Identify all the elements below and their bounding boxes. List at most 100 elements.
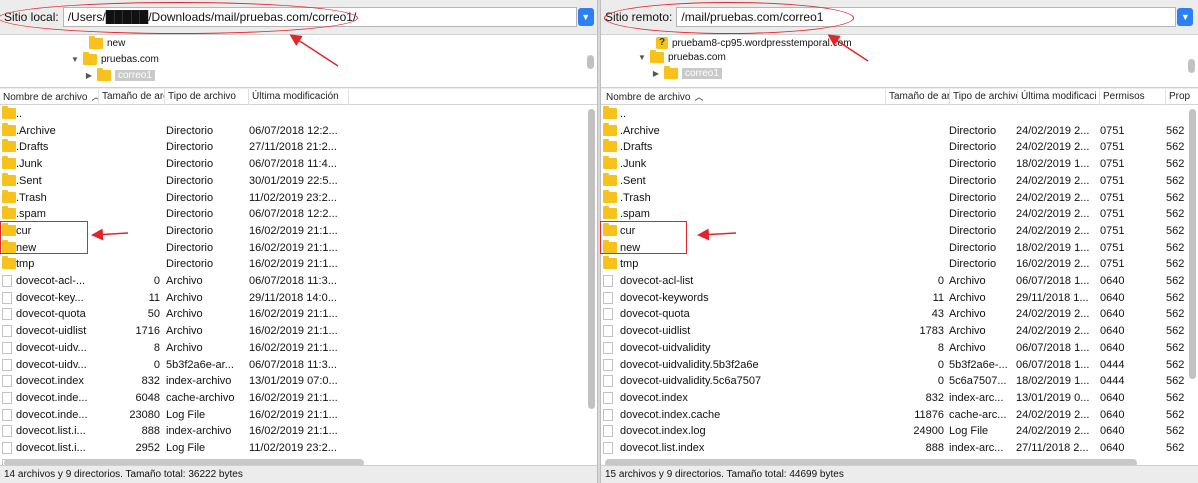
column-header-name[interactable]: Nombre de archivo︿ — [0, 89, 99, 105]
collapsed-triangle-icon[interactable]: ▶ — [84, 71, 94, 80]
cell-name: .Trash — [16, 191, 47, 204]
cell-name: cur — [620, 224, 636, 237]
file-row[interactable]: dovecot.list.index 888 index-arc... 27/11/2… — [601, 440, 1198, 457]
file-row[interactable]: .Sent Directorio 30/01/2019 22:5... — [0, 172, 597, 190]
file-row[interactable]: dovecot-uidvalidity.5b3f2a6e 0 5b3f2a6e-..… — [601, 357, 1198, 374]
column-header-permissions[interactable]: Permisos — [1100, 89, 1166, 105]
file-row[interactable]: dovecot-keywords 11 Archivo 29/11/2018 1...… — [601, 290, 1198, 307]
cell-size — [100, 173, 160, 189]
cell-name: .Archive — [16, 124, 56, 137]
file-row[interactable]: dovecot-uidvalidity.5c6a7507 0 5c6a7507...… — [601, 373, 1198, 390]
file-row[interactable]: dovecot.inde... 23080 Log File 16/02/2019 2… — [0, 407, 597, 424]
column-header-type[interactable]: Tipo de archivo — [165, 89, 249, 105]
file-row[interactable]: dovecot.list.i... 2952 Log File 11/02/2019 … — [0, 440, 597, 457]
column-header-name[interactable]: Nombre de archivo︿ — [603, 89, 886, 105]
cell-type: Archivo — [949, 341, 986, 354]
file-row[interactable]: .Sent Directorio 24/02/2019 2... 0751 562 — [601, 172, 1198, 190]
tree-scrollbar[interactable] — [587, 55, 594, 69]
file-row[interactable]: dovecot-uidvalidity 8 Archivo 06/07/2018 1.… — [601, 340, 1198, 357]
cell-perm: 0444 — [1100, 375, 1125, 388]
cell-size: 24900 — [913, 425, 944, 438]
cell-name: .spam — [620, 208, 650, 221]
file-row[interactable]: .Drafts Directorio 27/11/2018 21:2... — [0, 139, 597, 156]
column-header-modified[interactable]: Última modificaci — [1018, 89, 1100, 105]
file-row[interactable]: dovecot-quota 50 Archivo 16/02/2019 21:1... — [0, 306, 597, 323]
local-list-header: Nombre de archivo︿ Tamaño de arc Tipo de… — [0, 89, 597, 105]
column-header-size[interactable]: Tamaño de arc — [99, 89, 165, 105]
file-icon — [2, 341, 12, 354]
column-header-size[interactable]: Tamaño de ar — [886, 89, 950, 105]
expanded-triangle-icon[interactable]: ▼ — [70, 55, 80, 64]
cell-type: Directorio — [949, 224, 997, 237]
cell-type: Directorio — [166, 258, 214, 271]
file-row[interactable]: dovecot.index.cache 11876 cache-arc... 24/0… — [601, 407, 1198, 424]
file-row[interactable]: tmp Directorio 16/02/2019 2... 0751 562 — [601, 256, 1198, 273]
file-row[interactable]: .Archive Directorio 24/02/2019 2... 0751 562 — [601, 122, 1198, 140]
remote-path-dropdown-button[interactable]: ▼ — [1177, 8, 1194, 26]
file-row[interactable]: dovecot-uidlist 1783 Archivo 24/02/2019 2..… — [601, 323, 1198, 340]
tree-item[interactable]: ▶ correo1 — [84, 67, 155, 83]
cell-size: 23080 — [129, 408, 160, 421]
tree-item[interactable]: ▶ correo1 — [651, 65, 722, 81]
file-row[interactable]: .spam Directorio 24/02/2019 2... 0751 562 — [601, 206, 1198, 223]
file-row[interactable]: .Archive Directorio 06/07/2018 12:2... — [0, 122, 597, 140]
file-row[interactable]: dovecot-uidv... 8 Archivo 16/02/2019 21:1..… — [0, 340, 597, 357]
cell-size: 8 — [153, 341, 160, 354]
local-list-scrollbar[interactable] — [588, 109, 595, 409]
tree-item[interactable]: ▼ pruebas.com — [637, 49, 726, 65]
cell-size — [886, 106, 944, 122]
file-row[interactable]: .. — [0, 106, 597, 123]
file-row[interactable]: dovecot-uidv... 0 5b3f2a6e-ar... 06/07/2018… — [0, 357, 597, 374]
file-row[interactable]: cur Directorio 24/02/2019 2... 0751 562 — [601, 222, 1198, 240]
file-row[interactable]: dovecot.list.i... 888 index-archivo 16/02/2… — [0, 423, 597, 440]
file-row[interactable]: dovecot.index.log 24900 Log File 24/02/2019… — [601, 423, 1198, 440]
collapsed-triangle-icon[interactable]: ▶ — [651, 69, 661, 78]
column-header-owner[interactable]: Prop — [1166, 89, 1198, 105]
cell-name: dovecot-uidvalidity.5b3f2a6e — [620, 358, 759, 371]
local-path-dropdown-button[interactable]: ▼ — [577, 8, 594, 26]
file-row[interactable]: .Trash Directorio 24/02/2019 2... 0751 562 — [601, 189, 1198, 207]
file-row[interactable]: .Junk Directorio 18/02/2019 1... 0751 562 — [601, 156, 1198, 173]
file-row[interactable]: dovecot-acl-list 0 Archivo 06/07/2018 1... 0… — [601, 273, 1198, 290]
cell-type: Directorio — [166, 191, 214, 204]
local-path-input[interactable] — [62, 7, 577, 27]
expanded-triangle-icon[interactable]: ▼ — [637, 53, 647, 62]
cell-type: 5b3f2a6e-ar... — [166, 358, 234, 371]
column-header-modified[interactable]: Última modificación — [249, 89, 349, 105]
file-row[interactable]: .. — [601, 106, 1198, 123]
cell-modified: 16/02/2019 21:1... — [249, 408, 338, 421]
tree-item[interactable]: new — [76, 35, 125, 51]
cell-type: Log File — [166, 408, 206, 421]
file-row[interactable]: new Directorio 16/02/2019 21:1... — [0, 239, 597, 257]
cell-name: .Sent — [620, 174, 646, 187]
folder-icon — [2, 156, 16, 170]
file-row[interactable]: dovecot-uidlist 1716 Archivo 16/02/2019 21:… — [0, 323, 597, 340]
file-row[interactable]: .Trash Directorio 11/02/2019 23:2... — [0, 189, 597, 207]
folder-icon — [603, 222, 617, 236]
tree-scrollbar[interactable] — [1188, 59, 1195, 73]
file-row[interactable]: .Junk Directorio 06/07/2018 11:4... — [0, 156, 597, 173]
cell-size — [886, 240, 944, 256]
folder-icon — [603, 256, 617, 270]
file-row[interactable]: cur Directorio 16/02/2019 21:1... — [0, 222, 597, 240]
file-row[interactable]: dovecot-key... 11 Archivo 29/11/2018 14:0..… — [0, 290, 597, 307]
file-row[interactable]: dovecot.index 832 index-arc... 13/01/2019 0… — [601, 390, 1198, 407]
file-row[interactable]: .spam Directorio 06/07/2018 12:2... — [0, 206, 597, 223]
remote-list-scrollbar[interactable] — [1189, 109, 1196, 379]
remote-path-input[interactable] — [676, 7, 1177, 27]
cell-name: new — [620, 241, 641, 254]
tree-item[interactable]: ▼ pruebas.com — [70, 51, 159, 67]
file-row[interactable]: new Directorio 18/02/2019 1... 0751 562 — [601, 239, 1198, 257]
file-row[interactable]: dovecot.inde... 6048 cache-archivo 16/02/20… — [0, 390, 597, 407]
cell-size — [886, 190, 944, 206]
file-row[interactable]: dovecot-acl-... 0 Archivo 06/07/2018 11:3..… — [0, 273, 597, 290]
cell-perm — [1100, 106, 1160, 122]
cell-modified: 18/02/2019 1... — [1016, 375, 1090, 388]
file-row[interactable]: tmp Directorio 16/02/2019 21:1... — [0, 256, 597, 273]
file-row[interactable]: dovecot-quota 43 Archivo 24/02/2019 2... 064… — [601, 306, 1198, 323]
file-row[interactable]: .Drafts Directorio 24/02/2019 2... 0751 562 — [601, 139, 1198, 156]
cell-perm: 0751 — [1100, 191, 1125, 204]
file-row[interactable]: dovecot.index 832 index-archivo 13/01/2019 … — [0, 373, 597, 390]
cell-size — [886, 123, 944, 139]
column-header-type[interactable]: Tipo de archivo — [950, 89, 1018, 105]
